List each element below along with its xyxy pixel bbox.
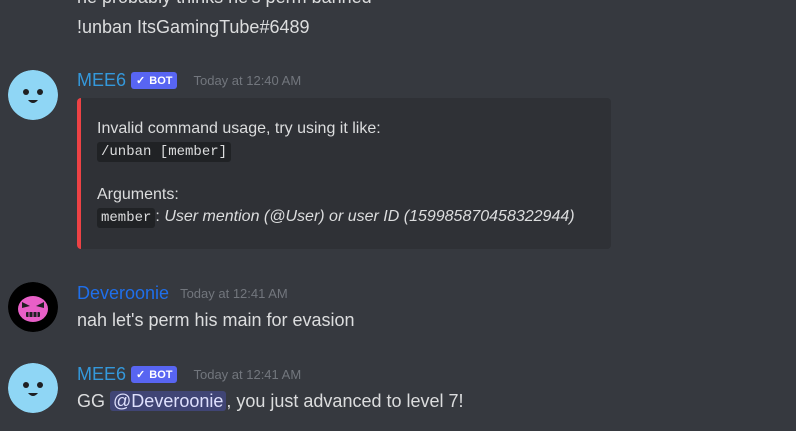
bot-tag: ✓ BOT: [131, 72, 178, 89]
message-header: Deveroonie Today at 12:41 AM: [77, 281, 288, 305]
checkmark-icon: ✓: [136, 75, 146, 87]
mee6-avatar-icon: [8, 70, 58, 120]
error-embed: Invalid command usage, try using it like…: [77, 98, 611, 249]
mee6-avatar[interactable]: [8, 363, 58, 413]
message-timestamp[interactable]: Today at 12:41 AM: [180, 286, 288, 301]
message-timestamp[interactable]: Today at 12:40 AM: [193, 73, 301, 88]
embed-usage-line: Invalid command usage, try using it like…: [97, 120, 381, 137]
usage-code: /unban [member]: [97, 142, 232, 162]
level-up-message: GG @Deveroonie, you just advanced to lev…: [77, 391, 464, 412]
unban-command-message: !unban ItsGamingTube#6489: [77, 17, 310, 37]
argument-description: User mention (@User) or user ID (1599858…: [164, 208, 575, 225]
message-header: MEE6 ✓ BOT Today at 12:40 AM: [77, 68, 301, 92]
argument-separator: :: [155, 208, 160, 225]
embed-arguments-label: Arguments:: [97, 186, 179, 203]
message-timestamp[interactable]: Today at 12:41 AM: [193, 367, 301, 382]
message-text-prefix: GG: [77, 391, 106, 411]
user-mention[interactable]: @Deveroonie: [110, 391, 227, 411]
username-mee6[interactable]: MEE6: [77, 70, 126, 91]
message-text-suffix: , you just advanced to level 7!: [226, 391, 464, 411]
mee6-avatar[interactable]: [8, 70, 58, 120]
message-text: nah let's perm his main for evasion: [77, 310, 355, 330]
username-deveroonie[interactable]: Deveroonie: [77, 283, 169, 304]
previous-message-text: he probably thinks he's perm banned: [77, 0, 372, 8]
deveroonie-avatar-icon: [8, 282, 58, 332]
deveroonie-avatar[interactable]: [8, 282, 58, 332]
bot-tag: ✓ BOT: [131, 366, 178, 383]
checkmark-icon: ✓: [136, 369, 146, 381]
argument-name-code: member: [97, 208, 156, 228]
message-header: MEE6 ✓ BOT Today at 12:41 AM: [77, 362, 301, 386]
mee6-avatar-icon: [8, 363, 58, 413]
embed-argument-line: member: User mention (@User) or user ID …: [97, 206, 595, 228]
username-mee6[interactable]: MEE6: [77, 364, 126, 385]
